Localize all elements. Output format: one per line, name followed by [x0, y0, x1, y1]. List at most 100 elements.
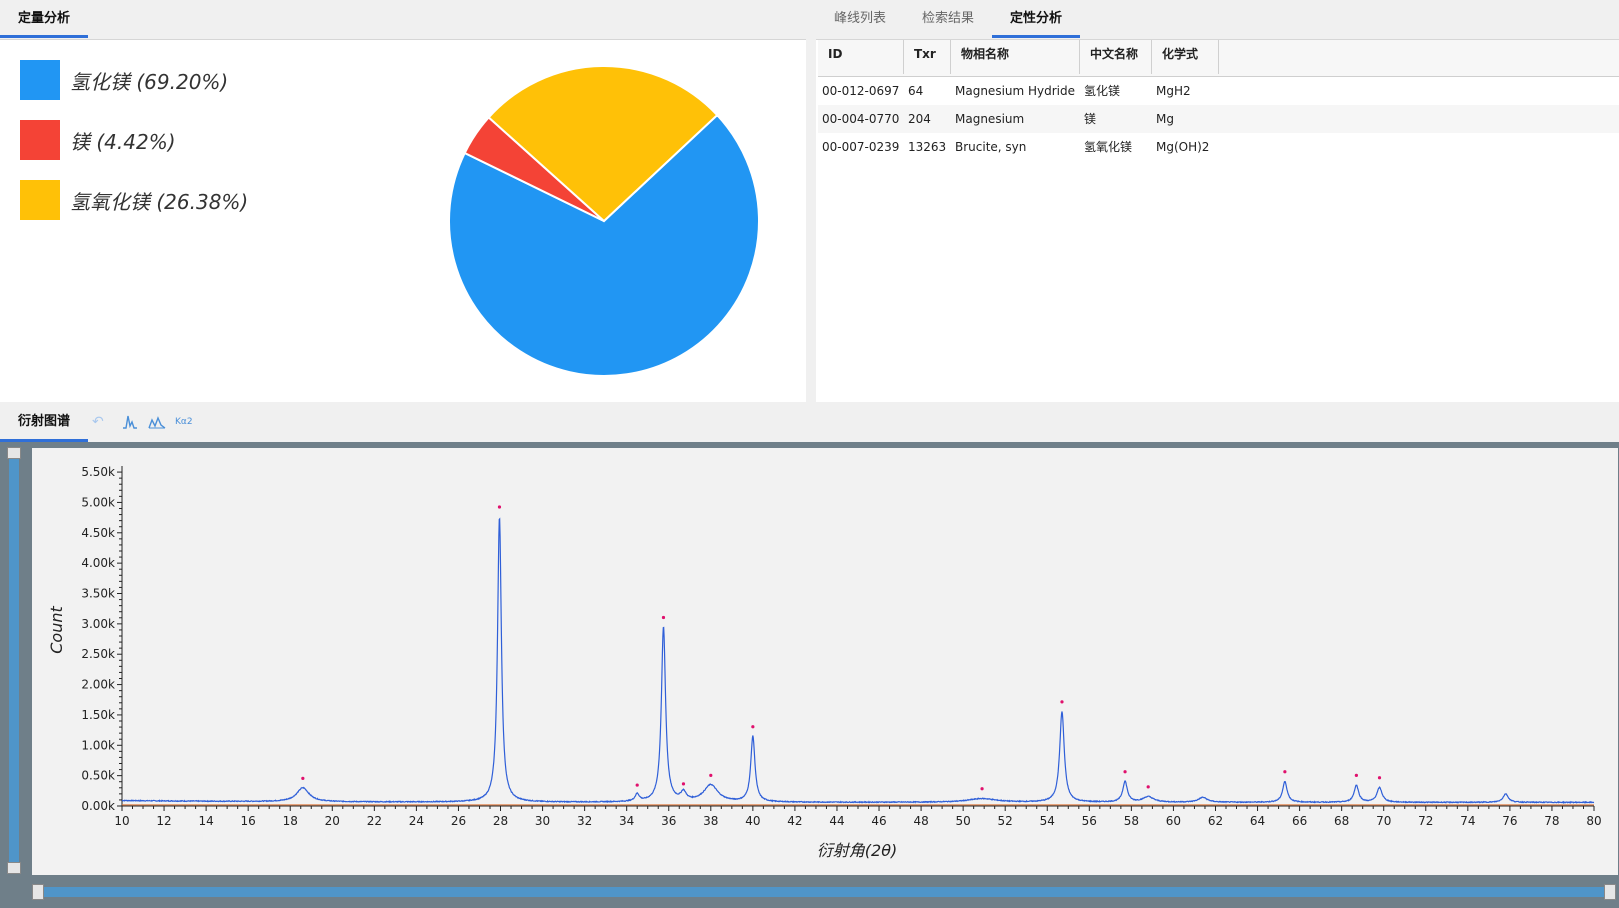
horizontal-scrollbar[interactable]	[36, 887, 1614, 897]
cell-id: 00-007-0239	[822, 140, 900, 154]
x-tick-label: 62	[1208, 814, 1223, 828]
vertical-splitter[interactable]	[806, 0, 816, 402]
col-header-id[interactable]: ID	[818, 40, 904, 74]
x-tick-label: 32	[577, 814, 592, 828]
vertical-scrollbar[interactable]	[9, 448, 19, 868]
diffraction-pattern-line	[121, 517, 1595, 804]
x-tick-label: 44	[829, 814, 844, 828]
x-tick-label: 20	[325, 814, 340, 828]
x-tick-label: 54	[1040, 814, 1055, 828]
peak-marker[interactable]	[980, 787, 984, 791]
cell-phase-name: Magnesium Hydride	[955, 84, 1076, 98]
y-tick-label: 3.00k	[81, 617, 115, 631]
col-header-phase-name[interactable]: 物相名称	[951, 40, 1080, 74]
undo-icon[interactable]: ↶	[92, 414, 104, 430]
x-tick-label: 70	[1376, 814, 1391, 828]
x-axis-label: 衍射角(2θ)	[817, 841, 897, 860]
tab-quant-analysis[interactable]: 定量分析	[0, 0, 88, 38]
x-tick-label: 42	[787, 814, 802, 828]
table-row[interactable]: 00-004-0770 204 Magnesium 镁 Mg	[818, 105, 1619, 133]
right-tabbar: 峰线列表 检索结果 定性分析	[816, 0, 1619, 40]
cell-formula: Mg	[1156, 112, 1174, 126]
x-tick-label: 48	[913, 814, 928, 828]
peak-marker[interactable]	[709, 773, 713, 777]
peak-icon[interactable]	[122, 414, 138, 433]
cell-chinese-name: 氢氧化镁	[1084, 140, 1133, 154]
x-tick-label: 68	[1334, 814, 1349, 828]
col-header-chinese-name[interactable]: 中文名称	[1080, 40, 1152, 74]
x-tick-label: 26	[451, 814, 466, 828]
x-tick-label: 12	[156, 814, 171, 828]
x-tick-label: 58	[1124, 814, 1139, 828]
col-header-txr[interactable]: Txr	[904, 40, 951, 74]
horizontal-scroll-handle-right[interactable]	[1604, 884, 1616, 900]
x-tick-label: 24	[409, 814, 424, 828]
diffraction-tabbar: 衍射图谱	[0, 402, 1619, 443]
x-tick-label: 50	[956, 814, 971, 828]
table-row[interactable]: 00-012-0697 64 Magnesium Hydride 氢化镁 MgH…	[818, 77, 1619, 105]
cell-txr: 204	[908, 112, 931, 126]
diffraction-chart: Count 衍射角(2θ) 0.00k 0.50k 1.00k 1.50k 2.00k 2…	[32, 448, 1618, 875]
cell-formula: Mg(OH)2	[1156, 140, 1210, 154]
peak-marker[interactable]	[661, 615, 666, 620]
x-tick-label: 28	[493, 814, 508, 828]
x-tick-label: 78	[1544, 814, 1559, 828]
peak-marker[interactable]	[635, 783, 639, 787]
x-tick-label: 38	[703, 814, 718, 828]
x-tick-label: 56	[1082, 814, 1097, 828]
x-tick-label: 72	[1418, 814, 1433, 828]
x-tick-label: 22	[367, 814, 382, 828]
x-tick-label: 60	[1166, 814, 1181, 828]
peak-marker[interactable]	[1146, 785, 1150, 789]
tab-peak-list[interactable]: 峰线列表	[816, 0, 904, 38]
quant-tabbar: 定量分析	[0, 0, 808, 40]
tab-qualitative-analysis[interactable]: 定性分析	[992, 0, 1080, 38]
peak-marker[interactable]	[1123, 770, 1127, 774]
peak-marker[interactable]	[1060, 700, 1064, 704]
peak-marker[interactable]	[1354, 773, 1358, 777]
x-tick-label: 74	[1460, 814, 1475, 828]
y-axis-label: Count	[47, 606, 66, 654]
quant-panel: 氢化镁 (69.20%) 镁 (4.42%) 氢氧化镁 (26.38%)	[0, 40, 806, 402]
multi-peak-icon[interactable]	[148, 414, 166, 433]
tab-diffraction-pattern[interactable]: 衍射图谱	[0, 402, 88, 442]
y-tick-label: 1.50k	[81, 708, 115, 722]
x-tick-label: 46	[871, 814, 886, 828]
table-row[interactable]: 00-007-0239 13263 Brucite, syn 氢氧化镁 Mg(O…	[818, 133, 1619, 161]
cell-id: 00-004-0770	[822, 112, 900, 126]
x-tick-label: 52	[998, 814, 1013, 828]
y-tick-label: 2.00k	[81, 678, 115, 692]
y-tick-label: 1.00k	[81, 738, 115, 752]
y-tick-label: 3.50k	[81, 587, 115, 601]
peak-marker[interactable]	[751, 725, 755, 729]
x-tick-label: 10	[114, 814, 129, 828]
cell-phase-name: Brucite, syn	[955, 140, 1027, 154]
cell-id: 00-012-0697	[822, 84, 900, 98]
x-tick-label: 64	[1250, 814, 1265, 828]
peak-marker[interactable]	[301, 776, 305, 780]
vertical-scroll-handle-top[interactable]	[7, 447, 21, 459]
cell-txr: 13263	[908, 140, 947, 154]
x-tick-label: 66	[1292, 814, 1307, 828]
cell-chinese-name: 氢化镁	[1084, 84, 1121, 98]
vertical-scroll-handle-bottom[interactable]	[7, 862, 21, 874]
ka2-icon[interactable]: Kα2	[175, 417, 193, 427]
cell-phase-name: Magnesium	[955, 112, 1025, 126]
y-tick-label: 0.00k	[81, 799, 115, 813]
peak-marker[interactable]	[1377, 776, 1382, 780]
x-tick-label: 14	[198, 814, 213, 828]
y-tick-label: 0.50k	[81, 769, 115, 783]
y-tick-label: 2.50k	[81, 647, 115, 661]
x-tick-label: 34	[619, 814, 634, 828]
peak-marker[interactable]	[1283, 770, 1287, 774]
horizontal-scroll-handle-left[interactable]	[32, 884, 44, 900]
peak-marker[interactable]	[681, 782, 686, 786]
x-tick-label: 36	[661, 814, 676, 828]
col-header-formula[interactable]: 化学式	[1152, 40, 1219, 74]
y-tick-label: 4.00k	[81, 556, 115, 570]
pie-chart	[448, 65, 760, 377]
peak-marker[interactable]	[497, 505, 502, 509]
y-tick-label: 5.50k	[81, 465, 115, 479]
cell-formula: MgH2	[1156, 84, 1191, 98]
tab-search-results[interactable]: 检索结果	[904, 0, 992, 38]
